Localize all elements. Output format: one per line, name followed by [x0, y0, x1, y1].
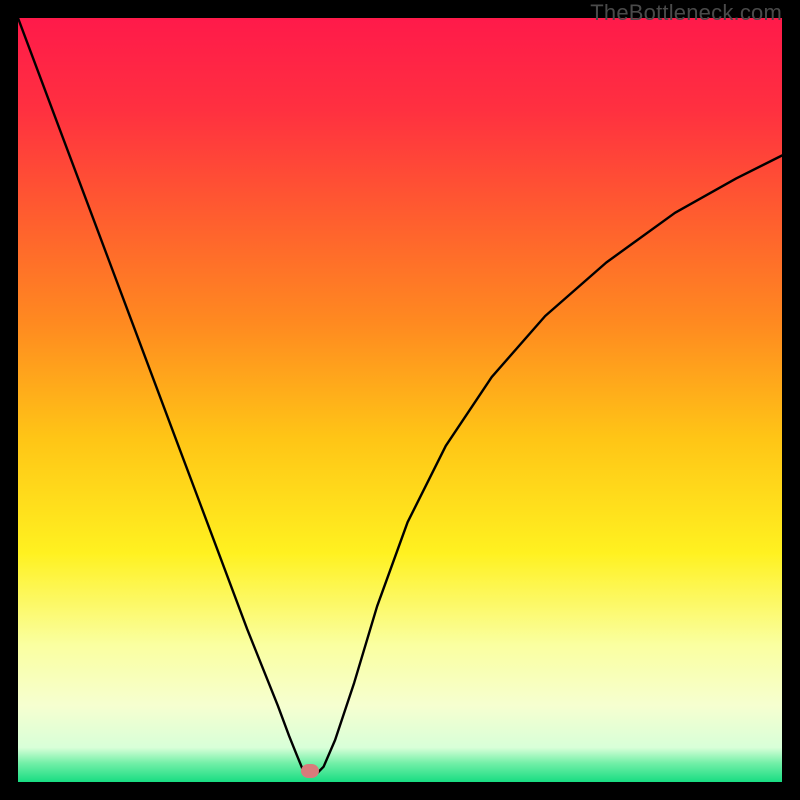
chart-frame [18, 18, 782, 782]
chart-plot [18, 18, 782, 782]
optimum-marker [301, 764, 319, 778]
gradient-bg [18, 18, 782, 782]
watermark-text: TheBottleneck.com [590, 0, 782, 26]
